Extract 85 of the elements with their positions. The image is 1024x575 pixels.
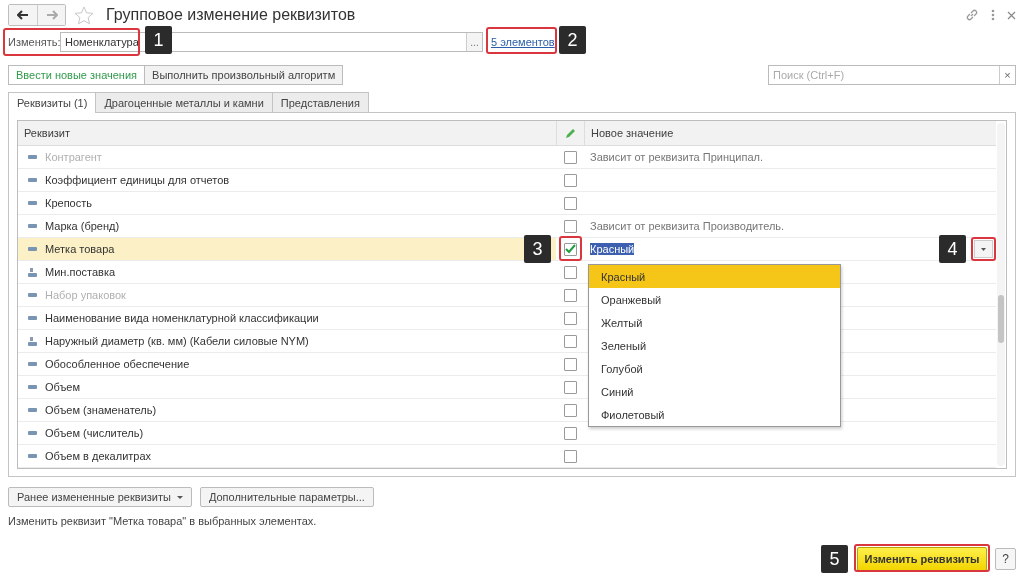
field-icon	[28, 224, 37, 228]
dropdown-option[interactable]: Красный	[589, 265, 840, 288]
value-text: Зависит от реквизита Производитель.	[590, 220, 785, 232]
highlight-frame	[486, 27, 557, 54]
callout-number: 2	[559, 26, 586, 54]
mode-button[interactable]: Выполнить произвольный алгоритм	[145, 65, 344, 85]
field-icon	[28, 362, 37, 366]
attribute-name: Контрагент	[45, 151, 102, 163]
callout-number: 5	[821, 545, 848, 573]
select-button[interactable]: ...	[466, 33, 482, 51]
elements-link[interactable]: 5 элементов	[491, 36, 555, 48]
column-header: Реквизит	[23, 126, 71, 141]
field-icon	[28, 247, 37, 251]
checkbox[interactable]	[563, 196, 577, 210]
callout-number: 3	[524, 235, 551, 263]
field-label: Изменять:	[8, 36, 60, 48]
mode-button[interactable]: Ввести новые значения	[8, 65, 146, 85]
checkbox[interactable]	[563, 449, 577, 463]
arrow-left-icon	[17, 10, 29, 20]
attribute-name: Наименование вида номенклатурной классификации	[45, 312, 319, 324]
field-icon	[28, 293, 37, 297]
star-icon[interactable]	[74, 5, 94, 25]
attribute-name: Объем (числитель)	[45, 427, 144, 439]
search-field[interactable]: Поиск (Ctrl+F) ×	[768, 65, 1016, 85]
dropdown-option[interactable]: Синий	[589, 380, 840, 403]
field-icon	[28, 155, 37, 159]
value-text: Зависит от реквизита Принципал.	[590, 151, 763, 163]
dropdown-option[interactable]: Зеленый	[589, 334, 840, 357]
attribute-name: Метка товара	[45, 243, 115, 255]
help-button[interactable]: ?	[995, 548, 1016, 570]
attribute-name: Крепость	[45, 197, 92, 209]
tab[interactable]: Реквизиты (1)	[8, 92, 97, 113]
attribute-name: Объем (знаменатель)	[45, 404, 157, 416]
field-icon	[28, 336, 37, 346]
link-icon[interactable]	[965, 8, 979, 22]
scrollbar[interactable]	[997, 123, 1005, 466]
dropdown-option[interactable]: Голубой	[589, 357, 840, 380]
attribute-name: Наружный диаметр (кв. мм) (Кабели силовые NYM)	[45, 335, 309, 347]
checkbox[interactable]	[563, 334, 577, 348]
checkbox[interactable]	[563, 265, 577, 279]
dropdown-option[interactable]: Оранжевый	[589, 288, 840, 311]
checkbox[interactable]	[563, 403, 577, 417]
field-icon	[28, 316, 37, 320]
checkbox[interactable]	[563, 357, 577, 371]
checkbox[interactable]	[563, 173, 577, 187]
field-icon	[28, 267, 37, 277]
attribute-name: Набор упаковок	[45, 289, 126, 301]
attribute-name: Коэффициент единицы для отчетов	[45, 174, 230, 186]
back-button[interactable]	[9, 5, 37, 25]
field-icon	[28, 385, 37, 389]
more-icon[interactable]	[991, 9, 995, 21]
attribute-name: Объем в декалитрах	[45, 450, 152, 462]
field-icon	[28, 178, 37, 182]
checkbox[interactable]	[563, 242, 577, 256]
dropdown-option[interactable]: Фиолетовый	[589, 403, 840, 426]
callout-number: 1	[145, 26, 172, 54]
field-icon	[28, 431, 37, 435]
field-icon	[28, 454, 37, 458]
dropdown-button[interactable]	[974, 240, 993, 258]
dropdown-option[interactable]: Желтый	[589, 311, 840, 334]
tab[interactable]: Драгоценные металлы и камни	[96, 92, 273, 112]
column-header: Новое значение	[584, 121, 996, 145]
attribute-name: Марка (бренд)	[45, 220, 120, 232]
close-icon[interactable]	[1007, 10, 1016, 20]
action-button[interactable]: Ранее измененные реквизиты	[8, 487, 192, 507]
action-button[interactable]: Дополнительные параметры...	[199, 487, 374, 507]
field-icon	[28, 408, 37, 412]
callout-number: 4	[939, 235, 966, 263]
checkbox[interactable]	[563, 426, 577, 440]
checkbox[interactable]	[563, 380, 577, 394]
pencil-icon	[565, 127, 576, 139]
checkbox[interactable]	[563, 311, 577, 325]
checkbox[interactable]	[563, 219, 577, 233]
arrow-right-icon	[45, 10, 58, 20]
attribute-name: Объем	[45, 381, 81, 393]
caret-icon	[981, 247, 986, 251]
attribute-name: Обособленное обеспечение	[45, 358, 190, 370]
attribute-name: Мин.поставка	[45, 266, 116, 278]
hint-text: Изменить реквизит "Метка товара" в выбранных элементах.	[8, 515, 318, 527]
window-title: Групповое изменение реквизитов	[106, 6, 356, 24]
value-text[interactable]: Красный	[590, 243, 635, 255]
field-icon	[28, 201, 37, 205]
caret-icon	[176, 495, 183, 499]
tab[interactable]: Представления	[272, 92, 369, 112]
apply-button[interactable]: Изменить реквизиты	[857, 547, 987, 571]
